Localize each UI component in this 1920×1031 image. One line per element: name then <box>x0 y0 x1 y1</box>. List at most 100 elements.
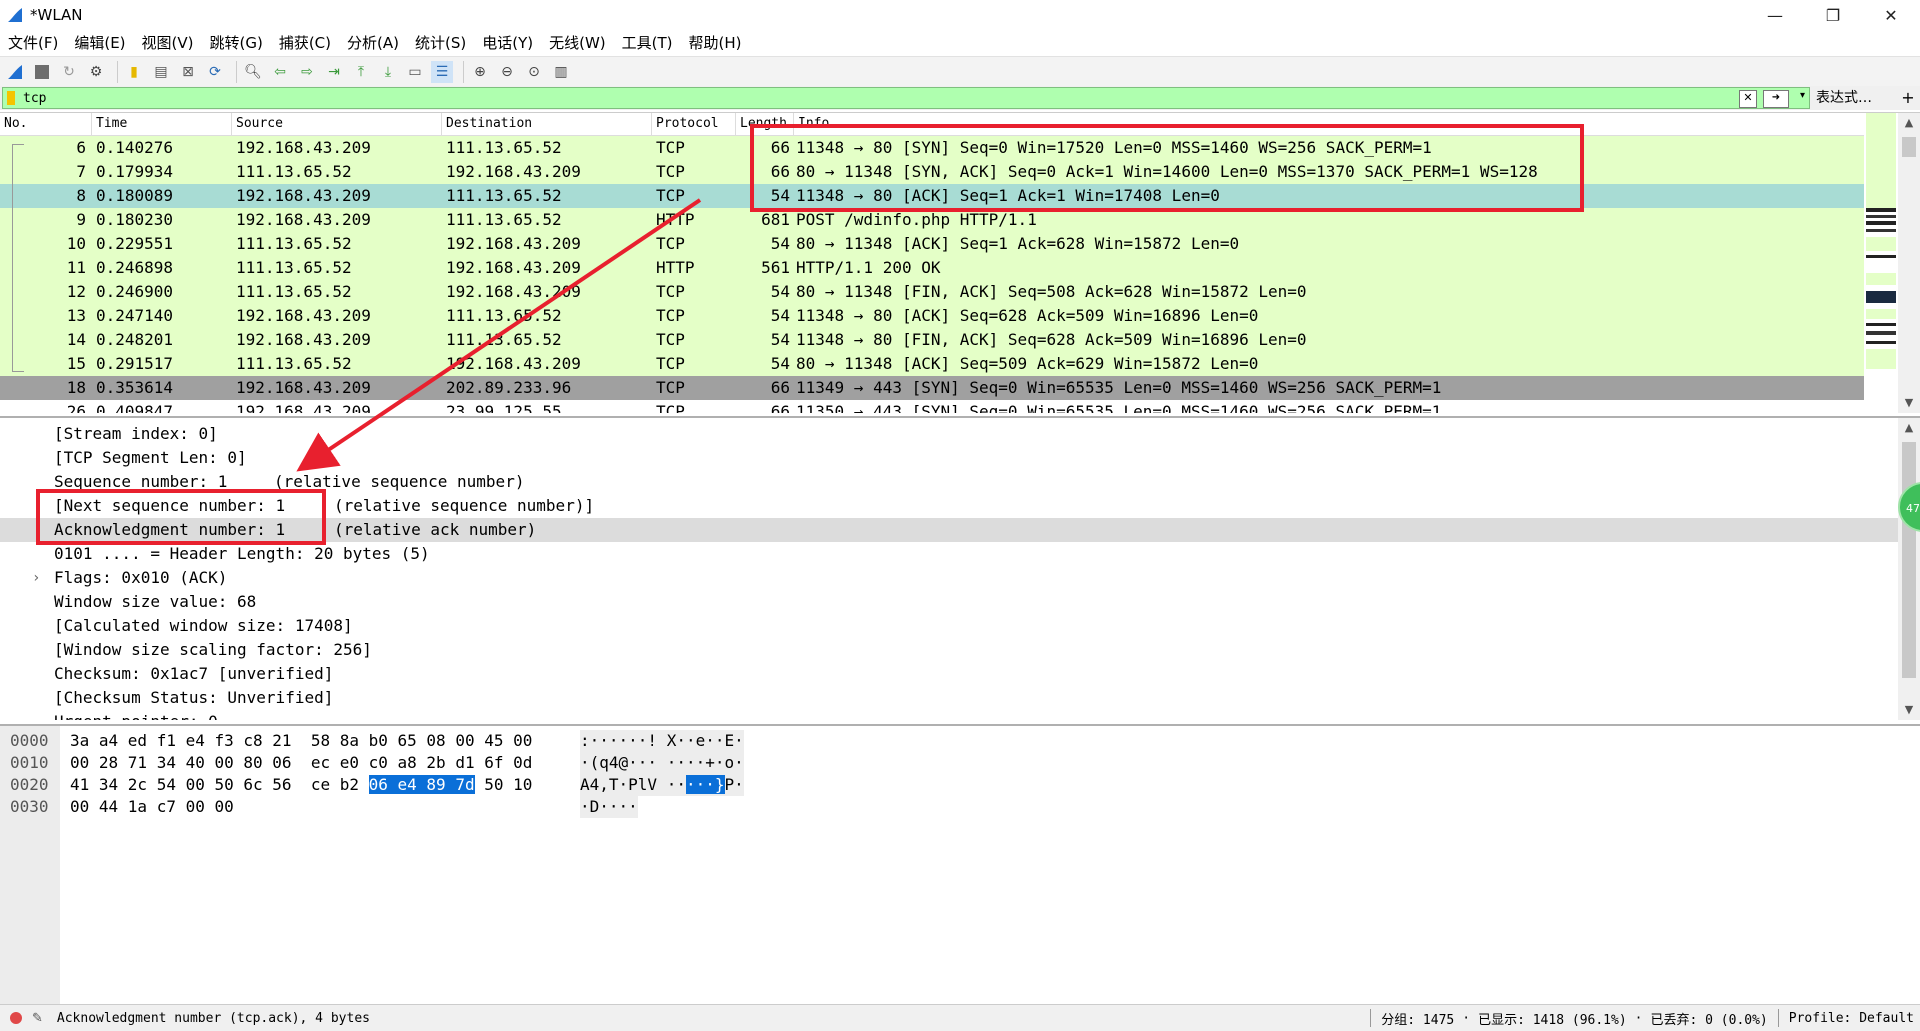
detail-row[interactable]: [Stream index: 0] <box>0 422 1898 446</box>
byte-hex[interactable]: 00 44 1a c7 00 00 <box>70 796 234 818</box>
packet-cell-info: 11348 → 80 [FIN, ACK] Seq=628 Ack=509 Wi… <box>796 330 1307 349</box>
packet-row[interactable]: 11 0.246898 111.13.65.52 192.168.43.209 HTTP… <box>0 256 1864 280</box>
byte-ascii[interactable]: :······! X··e··E· <box>580 730 744 752</box>
reload-file-icon[interactable]: ⟳ <box>204 61 226 83</box>
packet-cell-dst: 23.99.125.55 <box>446 402 562 413</box>
packet-row[interactable]: 14 0.248201 192.168.43.209 111.13.65.52 TCP 5… <box>0 328 1864 352</box>
apply-filter-icon[interactable]: ➜ <box>1763 90 1789 108</box>
stop-capture-icon[interactable] <box>31 61 53 83</box>
expression-button[interactable]: 表达式… <box>1816 87 1872 109</box>
menu-telephony[interactable]: 电话(Y) <box>474 30 541 56</box>
menu-bar: 文件(F) 编辑(E) 视图(V) 跳转(G) 捕获(C) 分析(A) 统计(S… <box>0 30 1920 56</box>
byte-hex[interactable]: 3a a4 ed f1 e4 f3 c8 21 58 8a b0 65 08 0… <box>70 730 532 752</box>
packet-cell-dst: 111.13.65.52 <box>446 186 562 205</box>
zoom-normal-icon[interactable]: ⊙ <box>523 61 545 83</box>
menu-view[interactable]: 视图(V) <box>134 30 202 56</box>
packet-row[interactable]: 26 0.409847 192.168.43.209 23.99.125.55 TCP 6… <box>0 400 1864 413</box>
restore-button[interactable]: ❐ <box>1804 0 1862 30</box>
detail-row[interactable]: › Flags: 0x010 (ACK) <box>0 566 1898 590</box>
packet-row[interactable]: 18 0.353614 192.168.43.209 202.89.233.96 TCP… <box>0 376 1864 400</box>
column-header-no[interactable]: No. <box>0 113 92 135</box>
floating-badge[interactable]: 47 <box>1898 482 1920 532</box>
packet-row[interactable]: 10 0.229551 111.13.65.52 192.168.43.209 TCP 5… <box>0 232 1864 256</box>
save-file-icon[interactable]: ▤ <box>150 61 172 83</box>
go-back-icon[interactable]: ⇦ <box>269 61 291 83</box>
detail-row[interactable]: [Window size scaling factor: 256] <box>0 638 1898 662</box>
edit-comment-icon[interactable]: ✎ <box>32 1011 43 1026</box>
menu-wireless[interactable]: 无线(W) <box>541 30 614 56</box>
column-header-source[interactable]: Source <box>232 113 442 135</box>
display-filter-input[interactable] <box>21 89 1725 107</box>
byte-hex[interactable]: 41 34 2c 54 00 50 6c 56 ce b2 06 e4 89 7… <box>70 774 532 796</box>
menu-capture[interactable]: 捕获(C) <box>271 30 339 56</box>
byte-ascii[interactable]: A4,T·PlV ·····}P· <box>580 774 744 796</box>
chevron-down-icon[interactable]: ▾ <box>1800 90 1805 101</box>
menu-tools[interactable]: 工具(T) <box>614 30 681 56</box>
capture-options-icon[interactable]: ⚙ <box>85 61 107 83</box>
detail-row[interactable]: 0101 .... = Header Length: 20 bytes (5) <box>0 542 1898 566</box>
minimize-button[interactable]: — <box>1746 0 1804 30</box>
menu-analyze[interactable]: 分析(A) <box>339 30 407 56</box>
packet-minimap[interactable] <box>1866 113 1896 413</box>
menu-file[interactable]: 文件(F) <box>0 30 66 56</box>
packet-cell-len: 66 <box>770 378 790 397</box>
resize-columns-icon[interactable]: ▥ <box>550 61 572 83</box>
bookmark-icon[interactable] <box>7 91 15 105</box>
find-packet-icon[interactable]: 🔍︎ <box>242 61 264 83</box>
column-header-protocol[interactable]: Protocol <box>652 113 736 135</box>
clear-filter-icon[interactable]: ✕ <box>1739 90 1757 108</box>
main-toolbar: ↻ ⚙ ▮ ▤ ⊠ ⟳ 🔍︎ ⇦ ⇨ ⇥ ⤒ ⤓ ▭ ☰ ⊕ ⊖ ⊙ ▥ <box>0 56 1920 86</box>
details-scrollbar[interactable]: ▲ ▼ <box>1898 418 1920 720</box>
start-capture-icon[interactable] <box>4 61 26 83</box>
scroll-down-icon[interactable]: ▼ <box>1898 393 1920 413</box>
detail-row[interactable]: [Checksum Status: Unverified] <box>0 686 1898 710</box>
close-file-icon[interactable]: ⊠ <box>177 61 199 83</box>
scroll-up-icon[interactable]: ▲ <box>1898 418 1920 438</box>
packet-row[interactable]: 12 0.246900 111.13.65.52 192.168.43.209 TCP 5… <box>0 280 1864 304</box>
column-header-time[interactable]: Time <box>92 113 232 135</box>
detail-row[interactable]: [Calculated window size: 17408] <box>0 614 1898 638</box>
detail-row[interactable]: Urgent pointer: 0 <box>0 710 1898 720</box>
packet-cell-proto: TCP <box>656 354 685 373</box>
status-bar: ✎ Acknowledgment number (tcp.ack), 4 byt… <box>0 1004 1920 1031</box>
expert-info-icon[interactable] <box>10 1012 22 1024</box>
menu-edit[interactable]: 编辑(E) <box>66 30 133 56</box>
scroll-up-icon[interactable]: ▲ <box>1898 113 1920 133</box>
column-header-destination[interactable]: Destination <box>442 113 652 135</box>
open-file-icon[interactable]: ▮ <box>123 61 145 83</box>
scroll-thumb[interactable] <box>1902 137 1916 157</box>
status-profile[interactable]: Profile: Default <box>1789 1011 1914 1026</box>
detail-row[interactable]: Checksum: 0x1ac7 [unverified] <box>0 662 1898 686</box>
go-to-packet-icon[interactable]: ⇥ <box>323 61 345 83</box>
go-first-packet-icon[interactable]: ⤒ <box>350 61 372 83</box>
packet-list-scrollbar[interactable]: ▲ ▼ <box>1898 113 1920 413</box>
packet-cell-dst: 202.89.233.96 <box>446 378 572 397</box>
scroll-thumb[interactable] <box>1902 442 1916 678</box>
packet-cell-time: 0.409847 <box>96 402 174 413</box>
go-last-packet-icon[interactable]: ⤓ <box>377 61 399 83</box>
autoscroll-icon[interactable]: ▭ <box>404 61 426 83</box>
zoom-out-icon[interactable]: ⊖ <box>496 61 518 83</box>
go-forward-icon[interactable]: ⇨ <box>296 61 318 83</box>
menu-help[interactable]: 帮助(H) <box>681 30 750 56</box>
detail-row[interactable]: Window size value: 68 <box>0 590 1898 614</box>
colorize-icon[interactable]: ☰ <box>431 60 453 83</box>
close-button[interactable]: ✕ <box>1862 0 1920 30</box>
add-filter-button[interactable]: + <box>1898 87 1918 109</box>
packet-row[interactable]: 13 0.247140 192.168.43.209 111.13.65.52 TCP 5… <box>0 304 1864 328</box>
packet-cell-dst: 192.168.43.209 <box>446 234 581 253</box>
chevron-right-icon[interactable]: › <box>32 566 40 590</box>
detail-row[interactable]: [TCP Segment Len: 0] <box>0 446 1898 470</box>
byte-ascii[interactable]: ·D···· <box>580 796 638 818</box>
byte-hex[interactable]: 00 28 71 34 40 00 80 06 ec e0 c0 a8 2b d… <box>70 752 532 774</box>
menu-go[interactable]: 跳转(G) <box>202 30 271 56</box>
zoom-in-icon[interactable]: ⊕ <box>469 61 491 83</box>
scroll-down-icon[interactable]: ▼ <box>1898 700 1920 720</box>
packet-row[interactable]: 15 0.291517 111.13.65.52 192.168.43.209 TCP 5… <box>0 352 1864 376</box>
toolbar-separator <box>236 60 237 83</box>
byte-ascii[interactable]: ·(q4@··· ····+·o· <box>580 752 744 774</box>
packet-cell-time: 0.353614 <box>96 378 174 397</box>
restart-capture-icon[interactable]: ↻ <box>58 61 80 83</box>
menu-statistics[interactable]: 统计(S) <box>407 30 474 56</box>
packet-cell-time: 0.180230 <box>96 210 174 229</box>
